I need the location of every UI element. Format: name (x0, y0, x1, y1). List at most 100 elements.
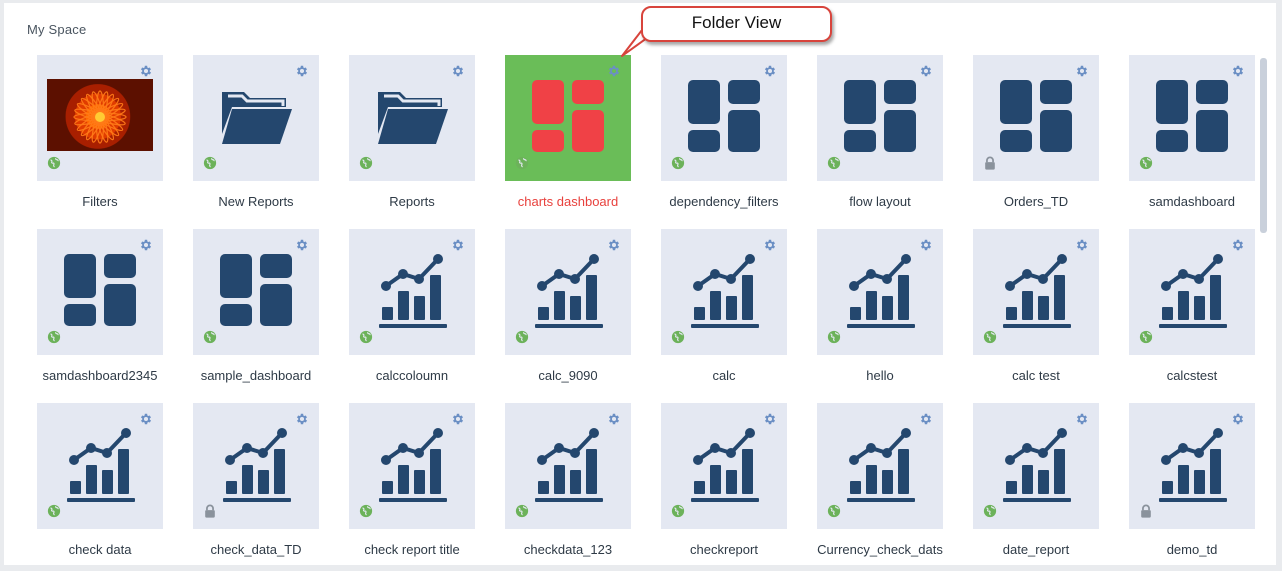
gear-icon[interactable] (607, 64, 621, 78)
item-tile[interactable] (1129, 229, 1255, 355)
gear-icon[interactable] (1075, 238, 1089, 252)
item-tile[interactable] (37, 55, 163, 181)
gear-icon[interactable] (919, 412, 933, 426)
gear-icon[interactable] (139, 64, 153, 78)
gear-icon[interactable] (451, 238, 465, 252)
grid-item[interactable]: date_report (940, 403, 1099, 565)
gear-icon[interactable] (1075, 412, 1089, 426)
grid-item[interactable]: calc (628, 229, 787, 397)
gear-icon[interactable] (295, 412, 309, 426)
item-tile[interactable] (1129, 55, 1255, 181)
grid-item[interactable]: check data (4, 403, 163, 565)
folder-icon (222, 92, 292, 144)
report-chart-icon (379, 254, 447, 328)
grid-item[interactable]: calc test (940, 229, 1099, 397)
item-tile[interactable] (193, 229, 319, 355)
item-tile[interactable] (37, 229, 163, 355)
grid-item[interactable]: Reports (316, 55, 475, 223)
grid-item[interactable]: calcstest (1096, 229, 1255, 397)
grid-item[interactable]: Orders_TD (940, 55, 1099, 223)
photo-thumbnail (47, 79, 153, 151)
globe-icon (515, 156, 529, 170)
item-tile[interactable] (505, 55, 631, 181)
item-tile[interactable] (661, 55, 787, 181)
gear-icon[interactable] (451, 64, 465, 78)
grid-item[interactable]: dependency_filters (628, 55, 787, 223)
grid-item[interactable]: Filters (4, 55, 163, 223)
lock-icon (205, 504, 215, 518)
grid-item[interactable]: check report title (316, 403, 475, 565)
grid-item[interactable]: checkdata_123 (472, 403, 631, 565)
gear-icon[interactable] (763, 412, 777, 426)
item-tile[interactable] (817, 403, 943, 529)
gear-icon[interactable] (139, 238, 153, 252)
scrollbar[interactable] (1260, 58, 1267, 233)
gear-icon[interactable] (139, 412, 153, 426)
report-chart-icon (847, 428, 915, 502)
globe-icon (671, 156, 685, 170)
gear-icon[interactable] (763, 64, 777, 78)
grid-item[interactable]: check_data_TD (160, 403, 319, 565)
item-tile[interactable] (817, 229, 943, 355)
item-tile[interactable] (505, 229, 631, 355)
grid-item[interactable]: New Reports (160, 55, 319, 223)
report-chart-icon (379, 428, 447, 502)
gear-icon[interactable] (295, 64, 309, 78)
report-chart-icon (1159, 428, 1227, 502)
grid-item[interactable]: hello (784, 229, 943, 397)
gear-icon[interactable] (295, 238, 309, 252)
item-tile[interactable] (973, 55, 1099, 181)
globe-icon (47, 330, 61, 344)
gear-icon[interactable] (1075, 64, 1089, 78)
gear-icon[interactable] (607, 238, 621, 252)
grid-item[interactable]: Currency_check_dats (784, 403, 943, 565)
globe-icon (359, 330, 373, 344)
item-tile[interactable] (349, 229, 475, 355)
gear-icon[interactable] (1231, 238, 1245, 252)
report-chart-icon (691, 254, 759, 328)
item-label[interactable]: samdashboard (1106, 194, 1276, 209)
dashboard-icon (64, 254, 136, 326)
item-tile[interactable] (349, 55, 475, 181)
gear-icon[interactable] (919, 64, 933, 78)
globe-icon (203, 330, 217, 344)
dashboard-icon (1156, 80, 1228, 152)
gear-icon[interactable] (919, 238, 933, 252)
item-tile[interactable] (973, 229, 1099, 355)
gear-icon[interactable] (607, 412, 621, 426)
item-tile[interactable] (661, 403, 787, 529)
globe-icon (515, 330, 529, 344)
grid-item[interactable]: checkreport (628, 403, 787, 565)
item-tile[interactable] (661, 229, 787, 355)
gear-icon[interactable] (1231, 412, 1245, 426)
report-chart-icon (67, 428, 135, 502)
item-label[interactable]: calcstest (1106, 368, 1276, 383)
gear-icon[interactable] (1231, 64, 1245, 78)
item-tile[interactable] (1129, 403, 1255, 529)
gear-icon[interactable] (451, 412, 465, 426)
report-chart-icon (1003, 428, 1071, 502)
grid-item[interactable]: samdashboard (1096, 55, 1255, 223)
folder-view-callout: Folder View (641, 6, 832, 42)
item-tile[interactable] (37, 403, 163, 529)
item-tile[interactable] (505, 403, 631, 529)
globe-icon (671, 330, 685, 344)
item-tile[interactable] (349, 403, 475, 529)
item-tile[interactable] (193, 55, 319, 181)
grid-item[interactable]: sample_dashboard (160, 229, 319, 397)
grid-item[interactable]: demo_td (1096, 403, 1255, 565)
gear-icon[interactable] (763, 238, 777, 252)
item-tile[interactable] (193, 403, 319, 529)
globe-icon (203, 156, 217, 170)
item-label[interactable]: demo_td (1106, 542, 1276, 557)
item-tile[interactable] (817, 55, 943, 181)
grid-item[interactable]: charts dashboard (472, 55, 631, 223)
item-grid: Filters New Reports Reports charts dashboar… (4, 3, 1264, 565)
globe-icon (827, 156, 841, 170)
grid-item[interactable]: calccoloumn (316, 229, 475, 397)
item-tile[interactable] (973, 403, 1099, 529)
grid-item[interactable]: samdashboard2345 (4, 229, 163, 397)
grid-item[interactable]: calc_9090 (472, 229, 631, 397)
grid-item[interactable]: flow layout (784, 55, 943, 223)
report-chart-icon (535, 254, 603, 328)
